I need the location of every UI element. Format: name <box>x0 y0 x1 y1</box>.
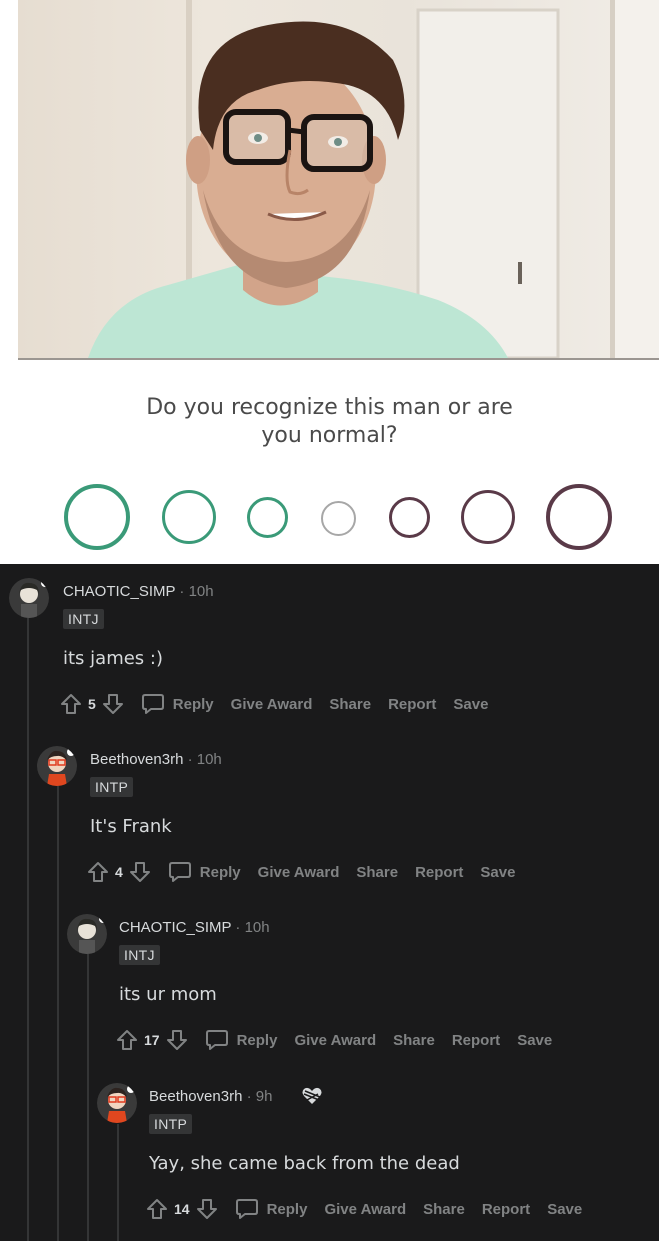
man-photo <box>18 0 659 360</box>
survey-question: Do you recognize this man or are you nor… <box>146 395 513 448</box>
vote-score: 17 <box>144 1032 160 1048</box>
scale-option-4[interactable] <box>321 501 356 536</box>
reply-button[interactable]: Reply <box>141 693 214 715</box>
scale-option-6[interactable] <box>461 490 515 544</box>
comment-body: Yay, she came back from the dead <box>149 1153 460 1174</box>
comment-actions: 5 Reply Give Award Share Report Save <box>60 691 488 717</box>
downvote-icon[interactable] <box>196 1198 218 1220</box>
scale-option-7[interactable] <box>546 484 612 550</box>
upvote-icon[interactable] <box>60 693 82 715</box>
comment-4: Beethoven3rh · 9h INTP Yay, she came bac… <box>87 1069 659 1241</box>
avatar[interactable] <box>67 914 107 954</box>
comment-bubble-icon <box>235 1199 258 1219</box>
share-button[interactable]: Share <box>329 696 371 713</box>
comment-timestamp: · 9h <box>242 1088 273 1105</box>
reply-button[interactable]: Reply <box>168 861 241 883</box>
comment-actions: 14 Reply Give Award Share Report Save <box>146 1196 582 1222</box>
comment-3: CHAOTIC_SIMP · 10h INTJ its ur mom 17 Re… <box>57 900 659 1060</box>
comment-actions: 17 Reply Give Award Share Report Save <box>116 1027 552 1053</box>
comment-author[interactable]: Beethoven3rh · 10h <box>90 751 222 768</box>
comment-timestamp: · 10h <box>183 751 222 768</box>
vote-score: 4 <box>115 864 123 880</box>
downvote-icon[interactable] <box>102 693 124 715</box>
save-button[interactable]: Save <box>480 864 515 881</box>
reply-button[interactable]: Reply <box>205 1029 277 1051</box>
upvote-icon[interactable] <box>87 861 109 883</box>
vote-score: 5 <box>88 696 96 712</box>
share-button[interactable]: Share <box>356 864 398 881</box>
avatar[interactable] <box>97 1083 137 1123</box>
avatar[interactable] <box>9 578 49 618</box>
comment-bubble-icon <box>168 862 191 882</box>
comment-body: It's Frank <box>90 816 172 837</box>
report-button[interactable]: Report <box>415 864 463 881</box>
scale-option-3[interactable] <box>247 497 288 538</box>
downvote-icon[interactable] <box>129 861 151 883</box>
comment-body: its ur mom <box>119 984 217 1005</box>
upvote-icon[interactable] <box>116 1029 138 1051</box>
report-button[interactable]: Report <box>388 696 436 713</box>
comment-author[interactable]: CHAOTIC_SIMP · 10h <box>63 583 214 600</box>
comment-bubble-icon <box>141 694 164 714</box>
scale-option-1[interactable] <box>64 484 130 550</box>
user-flair: INTP <box>149 1114 193 1134</box>
scale-option-2[interactable] <box>162 490 216 544</box>
downvote-icon[interactable] <box>166 1029 188 1051</box>
comment-author[interactable]: Beethoven3rh · 9h <box>149 1088 272 1105</box>
comment-thread: CHAOTIC_SIMP · 10h INTJ its james :) 5 R… <box>0 564 659 1241</box>
comment-1: CHAOTIC_SIMP · 10h INTJ its james :) 5 R… <box>0 564 659 724</box>
save-button[interactable]: Save <box>547 1201 582 1218</box>
upvote-icon[interactable] <box>146 1198 168 1220</box>
save-button[interactable]: Save <box>453 696 488 713</box>
user-flair: INTJ <box>119 945 160 965</box>
avatar[interactable] <box>37 746 77 786</box>
give-award-button[interactable]: Give Award <box>258 864 340 881</box>
comment-author[interactable]: CHAOTIC_SIMP · 10h <box>119 919 270 936</box>
user-flair: INTP <box>90 777 134 797</box>
meme-panel: Do you recognize this man or are you nor… <box>0 0 659 564</box>
scale-option-5[interactable] <box>389 497 430 538</box>
report-button[interactable]: Report <box>482 1201 530 1218</box>
give-award-button[interactable]: Give Award <box>294 1032 376 1049</box>
save-button[interactable]: Save <box>517 1032 552 1049</box>
comment-timestamp: · 10h <box>231 919 270 936</box>
share-button[interactable]: Share <box>423 1201 465 1218</box>
give-award-button[interactable]: Give Award <box>231 696 313 713</box>
comment-body: its james :) <box>63 648 163 669</box>
give-award-button[interactable]: Give Award <box>324 1201 406 1218</box>
comment-2: Beethoven3rh · 10h INTP It's Frank 4 Rep… <box>27 732 659 892</box>
share-button[interactable]: Share <box>393 1032 435 1049</box>
user-flair: INTJ <box>63 609 104 629</box>
vote-score: 14 <box>174 1201 190 1217</box>
agreement-scale <box>0 484 659 554</box>
reply-button[interactable]: Reply <box>235 1198 307 1220</box>
comment-timestamp: · 10h <box>175 583 214 600</box>
comment-actions: 4 Reply Give Award Share Report Save <box>87 859 515 885</box>
report-button[interactable]: Report <box>452 1032 500 1049</box>
comment-bubble-icon <box>205 1030 228 1050</box>
bandaged-heart-award-icon[interactable] <box>301 1085 323 1107</box>
